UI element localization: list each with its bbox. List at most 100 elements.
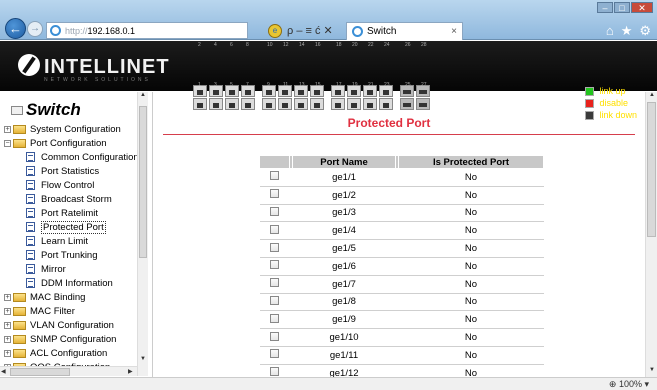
is-protected-cell: No: [398, 293, 544, 312]
scroll-up-arrow-icon[interactable]: ▲: [140, 92, 146, 98]
row-checkbox[interactable]: [270, 367, 279, 377]
row-checkbox[interactable]: [270, 189, 279, 199]
sidebar-item-port-statistics[interactable]: Port Statistics: [26, 164, 99, 178]
row-checkbox[interactable]: [270, 278, 279, 288]
content-scroll-down-arrow-icon[interactable]: ▼: [649, 367, 655, 373]
sidebar-item-acl-configuration[interactable]: + ACL Configuration: [4, 346, 107, 360]
port-number-top: 12: [283, 42, 289, 48]
sidebar-vertical-scrollbar[interactable]: ▲ ▼: [137, 92, 148, 376]
page-icon: [26, 152, 35, 162]
table-row: ge1/11 No: [259, 346, 544, 365]
port-number-bottom: 9: [267, 82, 270, 88]
expand-icon[interactable]: +: [4, 293, 11, 301]
folder-icon: [13, 334, 26, 344]
folder-icon: [13, 320, 26, 330]
scroll-left-arrow-icon[interactable]: ◀: [1, 368, 6, 375]
is-protected-cell: No: [398, 346, 544, 365]
sidebar-item-port-configuration[interactable]: − Port Configuration: [4, 136, 107, 150]
is-protected-cell: No: [398, 275, 544, 294]
sidebar-item-system-configuration[interactable]: + System Configuration: [4, 122, 121, 136]
zoom-level[interactable]: ⊕ 100% ▾: [609, 379, 649, 390]
sidebar-scroll-thumb[interactable]: [139, 106, 147, 258]
scroll-down-arrow-icon[interactable]: ▼: [140, 356, 146, 362]
sidebar-item-label: Port Trunking: [41, 249, 98, 261]
is-protected-cell: No: [398, 364, 544, 377]
row-checkbox[interactable]: [270, 313, 279, 323]
row-checkbox[interactable]: [270, 295, 279, 305]
port-number-bottom: 23: [384, 82, 390, 88]
expand-icon[interactable]: +: [4, 321, 11, 329]
tab-close-icon[interactable]: ×: [451, 26, 457, 37]
port-name-cell: ge1/2: [292, 186, 396, 205]
protected-port-table: Port Name Is Protected Port ge1/1 No ge1/2…: [259, 155, 544, 377]
row-checkbox[interactable]: [270, 242, 279, 252]
sidebar-item-mirror[interactable]: Mirror: [26, 262, 66, 276]
port-number-top: 10: [267, 42, 273, 48]
compatibility-icon[interactable]: e: [268, 23, 282, 38]
intellinet-logo: INTELLINET: [18, 54, 170, 79]
content-scroll-up-arrow-icon[interactable]: ▲: [649, 92, 655, 98]
is-protected-cell: No: [398, 328, 544, 347]
expand-icon[interactable]: +: [4, 125, 11, 133]
sidebar-hscroll-thumb[interactable]: [10, 368, 70, 376]
address-bar[interactable]: http:// 192.168.0.1: [46, 22, 248, 39]
row-checkbox[interactable]: [270, 349, 279, 359]
sidebar-item-label: Mirror: [41, 263, 66, 275]
content-scroll-thumb[interactable]: [647, 102, 656, 237]
expand-icon[interactable]: +: [4, 349, 11, 357]
maximize-button[interactable]: □: [614, 2, 630, 13]
sidebar-item-flow-control[interactable]: Flow Control: [26, 178, 94, 192]
row-checkbox[interactable]: [270, 171, 279, 181]
address-tools[interactable]: e ρ – ≡ ć ✕: [268, 22, 333, 39]
sidebar-item-label: System Configuration: [30, 123, 121, 135]
sidebar-item-snmp-configuration[interactable]: + SNMP Configuration: [4, 332, 116, 346]
port-number-top: 26: [405, 42, 411, 48]
sidebar-item-port-ratelimit[interactable]: Port Ratelimit: [26, 206, 98, 220]
sidebar-item-ddm-information[interactable]: DDM Information: [26, 276, 113, 290]
favorites-icon[interactable]: ★: [621, 23, 633, 39]
row-checkbox[interactable]: [270, 331, 279, 341]
collapse-icon[interactable]: −: [4, 139, 11, 147]
folder-icon: [13, 292, 26, 302]
port-number-top: 24: [384, 42, 390, 48]
sidebar-item-broadcast-storm[interactable]: Broadcast Storm: [26, 192, 112, 206]
sidebar-item-common-configuration[interactable]: Common Configuration: [26, 150, 139, 164]
home-icon[interactable]: ⌂: [606, 23, 614, 39]
port-number-top: 6: [230, 42, 233, 48]
sidebar-item-vlan-configuration[interactable]: + VLAN Configuration: [4, 318, 114, 332]
sidebar-horizontal-scrollbar[interactable]: ◀ ▶: [0, 366, 137, 376]
status-bar: ⊕ 100% ▾: [0, 377, 657, 390]
browser-chrome: – □ ✕ ← → http:// 192.168.0.1 e ρ – ≡ ć …: [0, 0, 657, 40]
sidebar-item-protected-port[interactable]: Protected Port: [26, 220, 106, 234]
back-button[interactable]: ←: [5, 18, 26, 39]
expand-icon[interactable]: +: [4, 307, 11, 315]
row-checkbox[interactable]: [270, 260, 279, 270]
row-select-cell: [259, 293, 290, 312]
minimize-button[interactable]: –: [597, 2, 613, 13]
port-number-top: 2: [198, 42, 201, 48]
logo-mark-icon: [18, 54, 40, 76]
port-number-bottom: 13: [299, 82, 305, 88]
row-checkbox[interactable]: [270, 206, 279, 216]
sidebar-item-mac-binding[interactable]: + MAC Binding: [4, 290, 85, 304]
settings-gear-icon[interactable]: ⚙: [639, 23, 651, 39]
sidebar-item-port-trunking[interactable]: Port Trunking: [26, 248, 98, 262]
forward-button[interactable]: →: [27, 21, 43, 37]
header-select: [259, 155, 290, 169]
page-icon: [26, 180, 35, 190]
address-tool-glyphs[interactable]: ρ – ≡ ć ✕: [287, 24, 333, 37]
device-banner: INTELLINET NETWORK SOLUTIONS 2 1 4 3 6 5 8 7 10 9…: [0, 41, 657, 120]
port-number-top: 4: [214, 42, 217, 48]
tab-switch[interactable]: Switch ×: [346, 22, 463, 40]
close-window-button[interactable]: ✕: [631, 2, 653, 13]
row-checkbox[interactable]: [270, 224, 279, 234]
expand-icon[interactable]: +: [4, 335, 11, 343]
page-icon: [26, 236, 35, 246]
scroll-right-arrow-icon[interactable]: ▶: [128, 368, 133, 375]
sidebar-item-learn-limit[interactable]: Learn Limit: [26, 234, 88, 248]
port-name-cell: ge1/11: [292, 346, 396, 365]
port-number-bottom: 5: [230, 82, 233, 88]
sidebar-item-mac-filter[interactable]: + MAC Filter: [4, 304, 75, 318]
address-host: 192.168.0.1: [87, 25, 136, 36]
content-vertical-scrollbar[interactable]: ▲ ▼: [645, 92, 657, 377]
